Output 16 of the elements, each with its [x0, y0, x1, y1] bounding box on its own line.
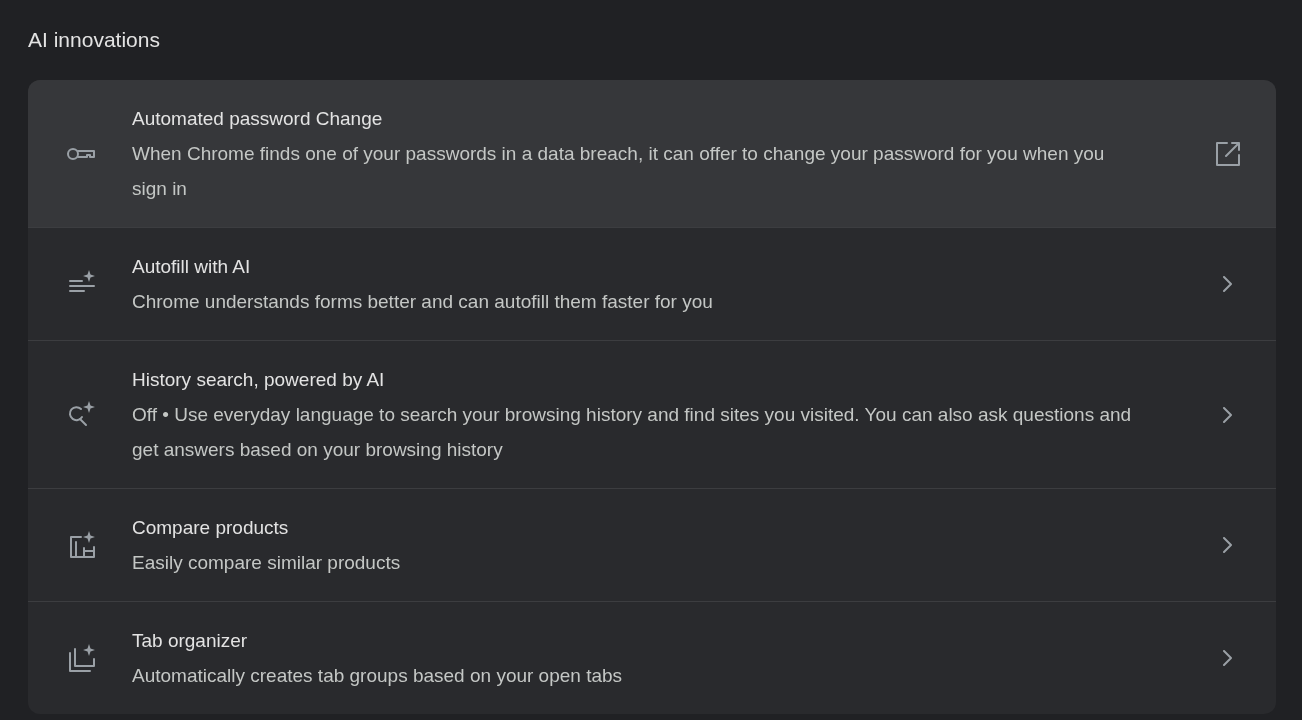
setting-description: Chrome understands forms better and can autofill them faster for you — [132, 290, 714, 314]
settings-row[interactable]: Autofill with AI Chrome understands forms better and can autofill them faster for you — [28, 227, 1276, 340]
settings-row[interactable]: Compare products Easily compare similar products — [28, 488, 1276, 601]
settings-row[interactable]: History search, powered by AI Off • Use everyday language to search your browsing history and find sites you visited. You can also ask questions and get answers based on your browsing history — [28, 340, 1276, 488]
settings-row[interactable]: Tab organizer Automatically creates tab groups based on your open tabs — [28, 601, 1276, 714]
setting-title: History search, powered by AI — [132, 368, 386, 392]
setting-title: Automated password Change — [132, 107, 384, 131]
setting-title: Tab organizer — [132, 629, 249, 653]
setting-description: When Chrome finds one of your passwords in a data breach, it can offer to change your password for you when you sign in — [132, 142, 1106, 201]
section-heading: AI innovations — [28, 27, 161, 53]
setting-description: Easily compare similar products — [132, 551, 402, 575]
setting-title: Autofill with AI — [132, 255, 252, 279]
setting-title: Compare products — [132, 516, 290, 540]
setting-description: Off • Use everyday language to search your browsing history and find sites you visited. You can also ask questions and get answers based on your browsing history — [132, 403, 1133, 462]
setting-description: Automatically creates tab groups based on your open tabs — [132, 664, 624, 688]
settings-row[interactable]: Automated password Change When Chrome finds one of your passwords in a data breach, it can offer to change your password for you when you sign in — [28, 80, 1276, 227]
